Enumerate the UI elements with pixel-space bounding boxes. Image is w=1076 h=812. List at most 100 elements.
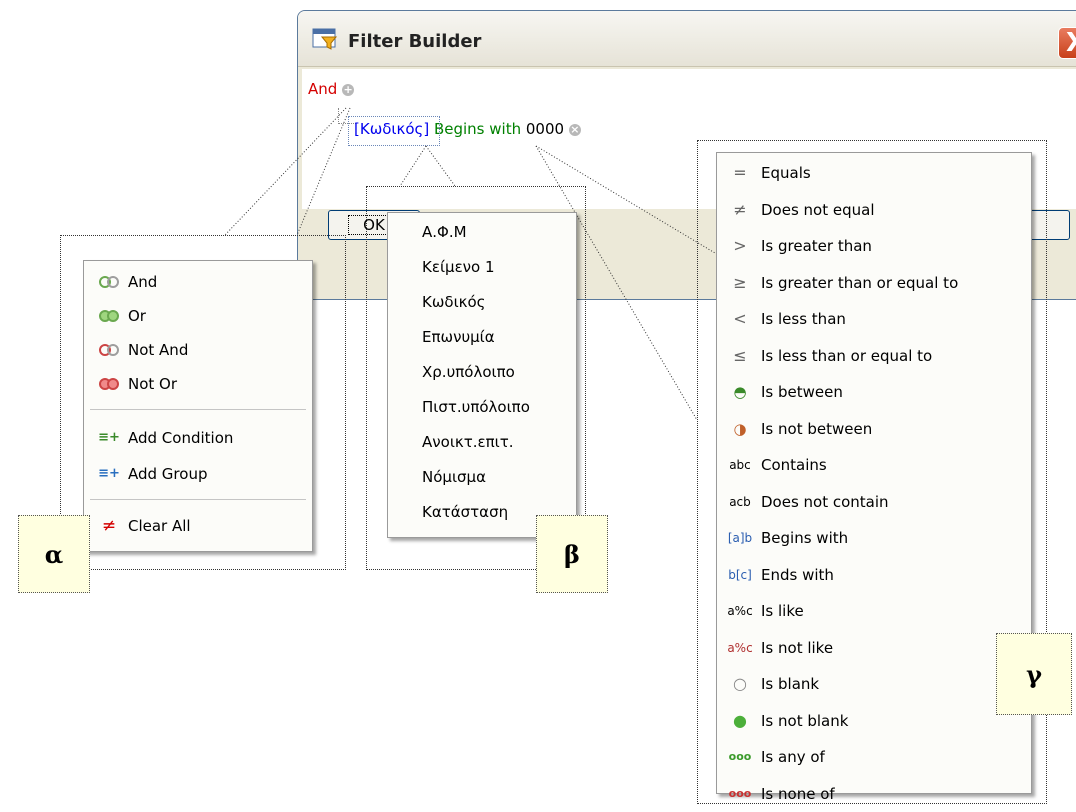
not-equal-icon: ≠ xyxy=(725,192,755,229)
menu-separator xyxy=(90,499,306,500)
begins-with-icon: [a]b xyxy=(725,520,755,557)
operator-item[interactable]: ◑Is not between xyxy=(717,411,1031,448)
field-item[interactable]: Κωδικός xyxy=(388,285,576,319)
operator-label: Ends with xyxy=(761,557,834,594)
contains-icon: abc xyxy=(725,447,755,484)
operator-item[interactable]: ≤Is less than or equal to xyxy=(717,338,1031,375)
operator-item[interactable]: =Equals xyxy=(717,155,1031,192)
operator-label: Is less than or equal to xyxy=(761,338,932,375)
menu-item-clear-all[interactable]: ≠ Clear All xyxy=(84,509,312,543)
title-bar: Filter Builder X xyxy=(298,11,1076,67)
operator-label: Is not between xyxy=(761,411,872,448)
tag-alpha: α xyxy=(18,515,90,593)
and-rings-icon xyxy=(98,265,120,299)
field-item-label: Κωδικός xyxy=(422,285,485,319)
filter-builder-icon xyxy=(312,27,338,51)
operator-label: Is greater than xyxy=(761,228,872,265)
operator-item[interactable]: ◓Is between xyxy=(717,374,1031,411)
remove-condition-icon[interactable]: × xyxy=(569,124,581,136)
field-focus-frame xyxy=(348,116,440,146)
or-rings-icon xyxy=(98,299,120,333)
menu-item-label: Clear All xyxy=(128,509,191,543)
field-item-label: Α.Φ.Μ xyxy=(422,215,467,249)
menu-item-not-and[interactable]: Not And xyxy=(84,333,312,367)
greater-or-equal-icon: ≥ xyxy=(725,265,755,302)
operator-label: Equals xyxy=(761,155,811,192)
root-group-operator[interactable]: And xyxy=(308,80,337,98)
operator-item[interactable]: ○Is blank xyxy=(717,666,1031,703)
ends-with-icon: b[c] xyxy=(725,557,755,594)
menu-item-add-group[interactable]: ≡+ Add Group xyxy=(84,457,312,491)
operator-item[interactable]: <Is less than xyxy=(717,301,1031,338)
operator-label: Contains xyxy=(761,447,827,484)
field-item[interactable]: Ανοικτ.επιτ. xyxy=(388,425,576,459)
greater-than-icon: > xyxy=(725,228,755,265)
field-item[interactable]: Κείμενο 1 xyxy=(388,250,576,284)
operator-item[interactable]: >Is greater than xyxy=(717,228,1031,265)
less-or-equal-icon: ≤ xyxy=(725,338,755,375)
field-item-label: Πιστ.υπόλοιπο xyxy=(422,390,530,424)
menu-item-and[interactable]: And xyxy=(84,265,312,299)
operator-label: Is between xyxy=(761,374,843,411)
add-group-icon: ≡+ xyxy=(98,457,120,491)
operator-item[interactable]: abcContains xyxy=(717,447,1031,484)
close-button[interactable]: X xyxy=(1058,27,1076,59)
menu-item-label: Add Condition xyxy=(128,421,233,455)
operator-label: Is not blank xyxy=(761,703,848,740)
operator-label: Is not like xyxy=(761,630,833,667)
operator-label: Begins with xyxy=(761,520,848,557)
field-item[interactable]: Επωνυμία xyxy=(388,320,576,354)
operator-label: Is any of xyxy=(761,739,825,776)
field-item-label: Ανοικτ.επιτ. xyxy=(422,425,514,459)
less-than-icon: < xyxy=(725,301,755,338)
root-group-row: And + xyxy=(308,80,354,98)
tag-gamma: γ xyxy=(996,633,1072,715)
is-not-like-icon: a%c xyxy=(725,630,755,667)
equals-icon: = xyxy=(725,155,755,192)
field-item-label: Κείμενο 1 xyxy=(422,250,495,284)
operator-item[interactable]: [a]bBegins with xyxy=(717,520,1031,557)
field-item-label: Χρ.υπόλοιπο xyxy=(422,355,515,389)
does-not-contain-icon: acb xyxy=(725,484,755,521)
not-or-rings-icon xyxy=(98,367,120,401)
operator-item[interactable]: oooIs any of xyxy=(717,739,1031,776)
operator-item[interactable]: ≥Is greater than or equal to xyxy=(717,265,1031,302)
blank-circle-icon: ○ xyxy=(725,666,755,703)
operator-item[interactable]: ≠Does not equal xyxy=(717,192,1031,229)
operator-item[interactable]: a%cIs not like xyxy=(717,630,1031,667)
menu-item-label: Not And xyxy=(128,333,188,367)
condition-value[interactable]: 0000 xyxy=(526,120,564,138)
operator-item[interactable]: acbDoes not contain xyxy=(717,484,1031,521)
operator-item[interactable]: a%cIs like xyxy=(717,593,1031,630)
condition-operator[interactable]: Begins with xyxy=(434,120,521,138)
field-menu: Α.Φ.Μ Κείμενο 1 Κωδικός Επωνυμία Χρ.υπόλ… xyxy=(387,212,577,538)
operator-label: Does not contain xyxy=(761,484,889,521)
menu-item-add-condition[interactable]: ≡+ Add Condition xyxy=(84,421,312,455)
filled-circle-icon: ● xyxy=(725,703,755,740)
add-condition-icon: ≡+ xyxy=(98,421,120,455)
field-item[interactable]: Νόμισμα xyxy=(388,460,576,494)
not-and-rings-icon xyxy=(98,333,120,367)
menu-separator xyxy=(90,409,306,410)
field-item[interactable]: Χρ.υπόλοιπο xyxy=(388,355,576,389)
not-between-icon: ◑ xyxy=(725,411,755,448)
operator-label: Is less than xyxy=(761,301,846,338)
field-item[interactable]: Α.Φ.Μ xyxy=(388,215,576,249)
menu-item-label: Or xyxy=(128,299,146,333)
menu-item-label: And xyxy=(128,265,157,299)
add-icon[interactable]: + xyxy=(342,84,354,96)
operator-label: Is blank xyxy=(761,666,819,703)
operator-item[interactable]: ●Is not blank xyxy=(717,703,1031,740)
operator-label: Is greater than or equal to xyxy=(761,265,958,302)
menu-item-label: Not Or xyxy=(128,367,177,401)
between-icon: ◓ xyxy=(725,374,755,411)
menu-item-not-or[interactable]: Not Or xyxy=(84,367,312,401)
field-item[interactable]: Πιστ.υπόλοιπο xyxy=(388,390,576,424)
menu-item-or[interactable]: Or xyxy=(84,299,312,333)
clear-all-icon: ≠ xyxy=(98,509,120,543)
field-item-label: Νόμισμα xyxy=(422,460,486,494)
operator-label: Is like xyxy=(761,593,804,630)
menu-item-label: Add Group xyxy=(128,457,207,491)
operator-item[interactable]: b[c]Ends with xyxy=(717,557,1031,594)
any-of-icon: ooo xyxy=(725,739,755,776)
